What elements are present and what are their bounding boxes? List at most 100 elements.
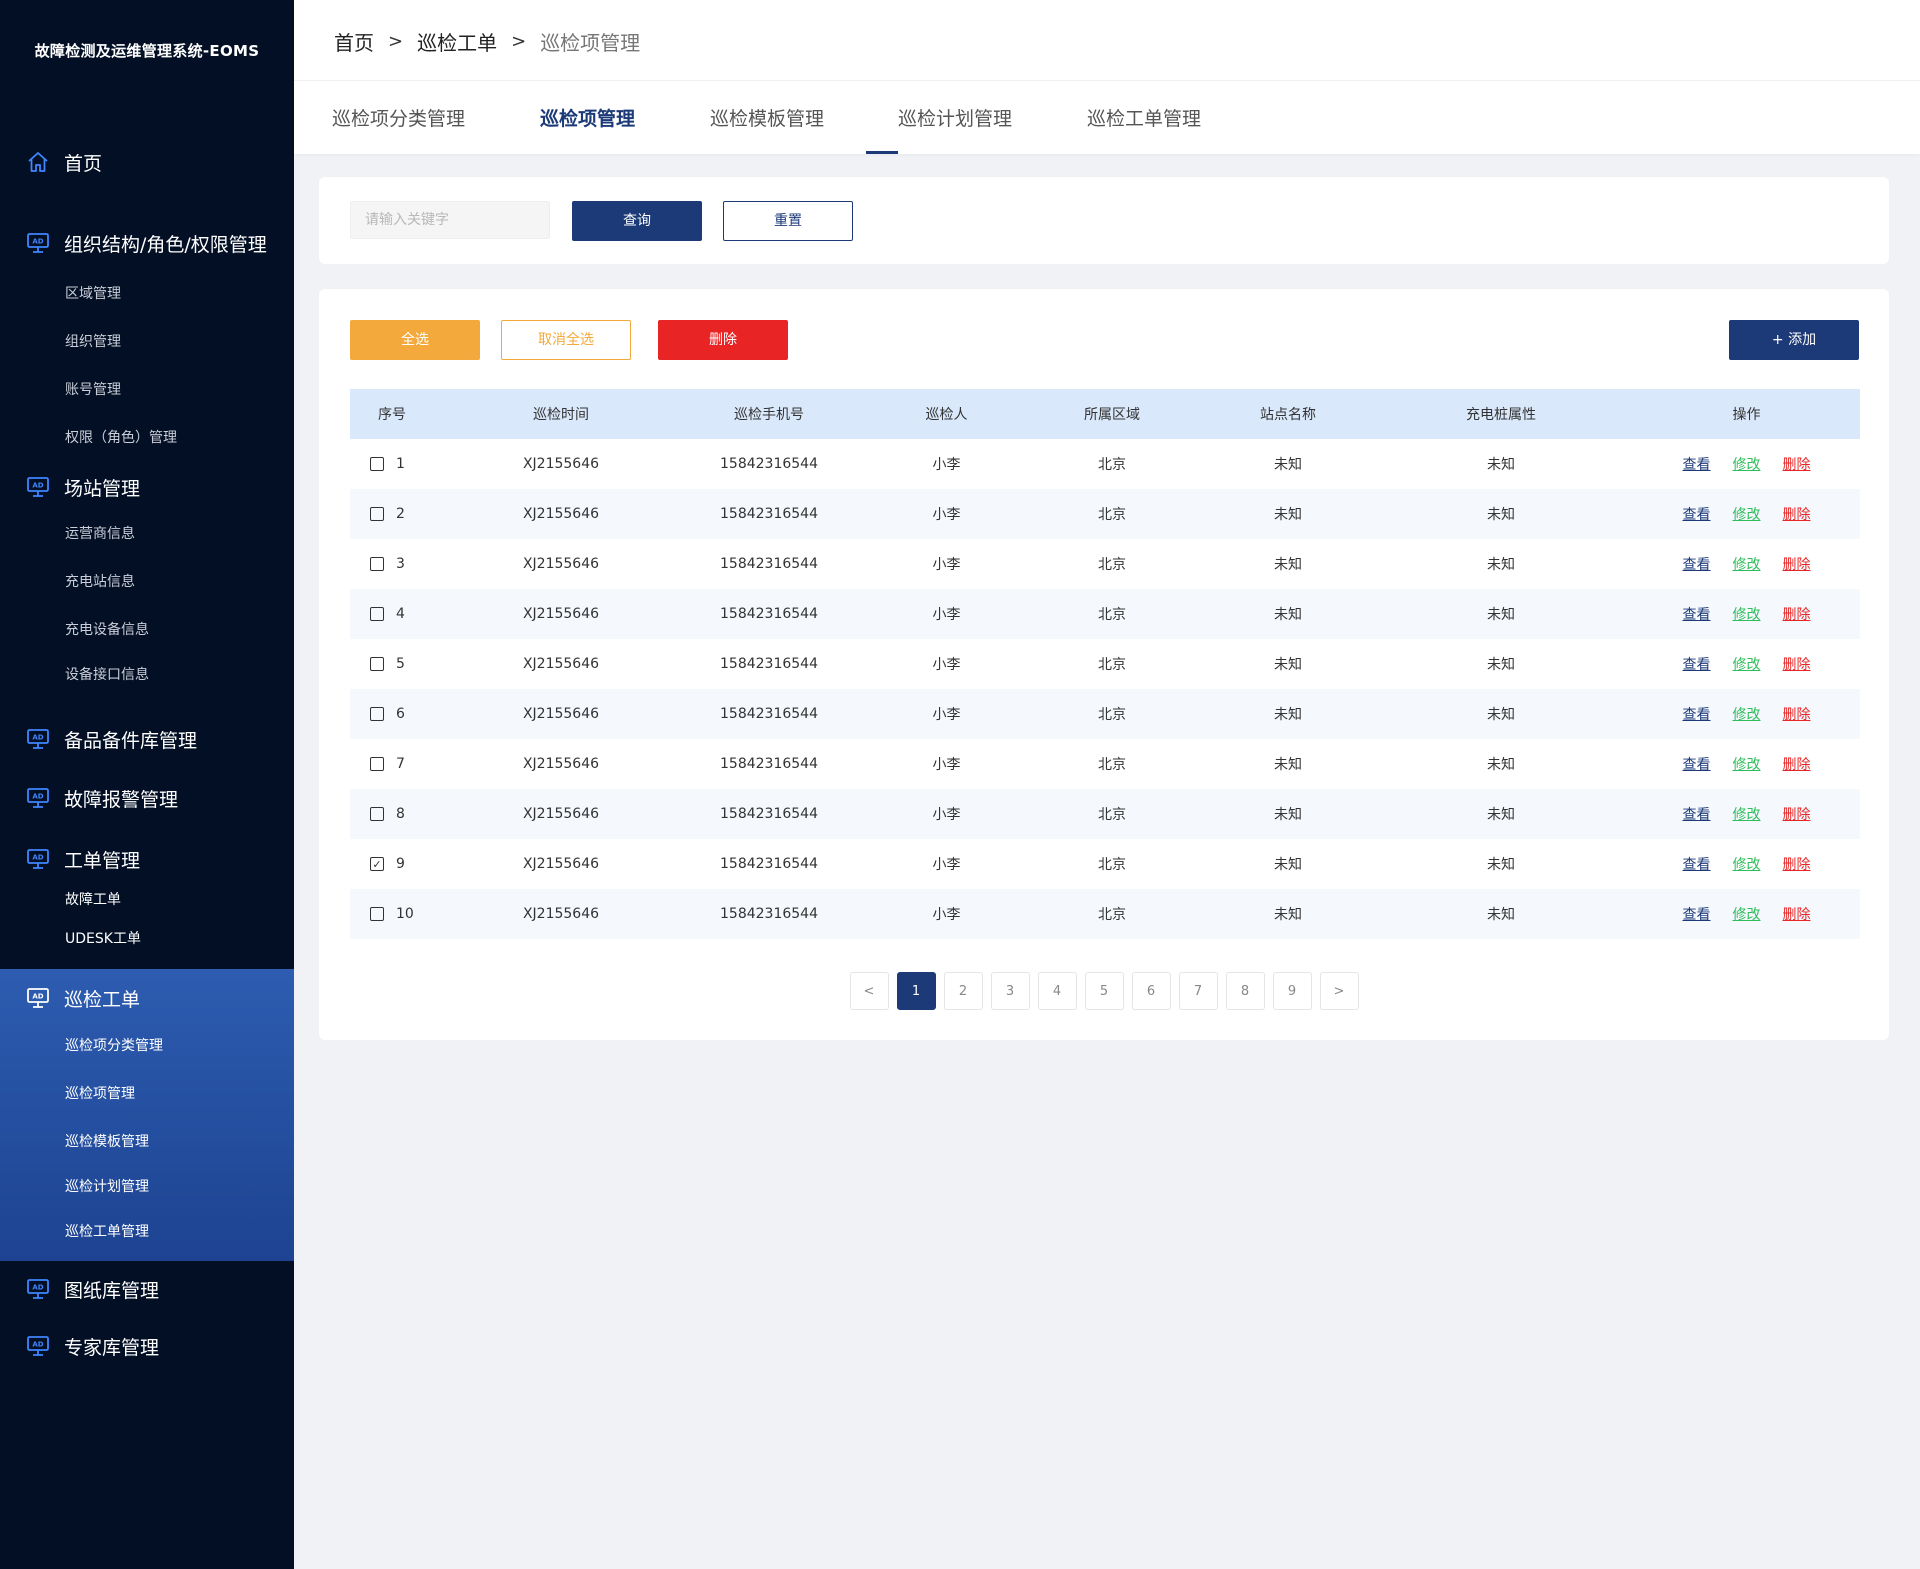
view-link[interactable]: 查看 xyxy=(1683,454,1711,474)
row-checkbox[interactable] xyxy=(370,557,384,571)
delete-link[interactable]: 删除 xyxy=(1783,504,1811,524)
nav-drawings-label: 图纸库管理 xyxy=(64,1279,160,1302)
view-link[interactable]: 查看 xyxy=(1683,554,1711,574)
subnav-inspection-category[interactable]: 巡检项分类管理 xyxy=(65,1034,163,1058)
edit-link[interactable]: 修改 xyxy=(1733,704,1761,724)
delete-link[interactable]: 删除 xyxy=(1783,554,1811,574)
edit-link[interactable]: 修改 xyxy=(1733,504,1761,524)
row-checkbox[interactable] xyxy=(370,657,384,671)
row-checkbox[interactable]: ✓ xyxy=(370,857,384,871)
cell-inspector: 小李 xyxy=(932,757,961,773)
page-button[interactable]: 4 xyxy=(1037,972,1077,1010)
subnav-fault-order[interactable]: 故障工单 xyxy=(65,888,121,912)
deselect-all-button[interactable]: 取消全选 xyxy=(501,320,631,360)
page-button[interactable]: 2 xyxy=(943,972,983,1010)
cell-phone: 15842316544 xyxy=(720,806,818,822)
edit-link[interactable]: 修改 xyxy=(1733,654,1761,674)
delete-link[interactable]: 删除 xyxy=(1783,604,1811,624)
row-checkbox[interactable] xyxy=(370,907,384,921)
view-link[interactable]: 查看 xyxy=(1683,804,1711,824)
next-page-button[interactable]: > xyxy=(1319,972,1359,1010)
delete-link[interactable]: 删除 xyxy=(1783,654,1811,674)
page-button[interactable]: 9 xyxy=(1272,972,1312,1010)
delete-link[interactable]: 删除 xyxy=(1783,804,1811,824)
page-button[interactable]: 5 xyxy=(1084,972,1124,1010)
edit-link[interactable]: 修改 xyxy=(1733,904,1761,924)
subnav-udesk-order[interactable]: UDESK工单 xyxy=(65,927,141,951)
edit-link[interactable]: 修改 xyxy=(1733,554,1761,574)
edit-link[interactable]: 修改 xyxy=(1733,754,1761,774)
breadcrumb-parent[interactable]: 巡检工单 xyxy=(417,27,497,56)
row-checkbox[interactable] xyxy=(370,807,384,821)
page-button[interactable]: 8 xyxy=(1225,972,1265,1010)
cell-time: XJ2155646 xyxy=(522,756,600,772)
row-checkbox[interactable] xyxy=(370,707,384,721)
subnav-org[interactable]: 组织管理 xyxy=(65,330,121,354)
view-link[interactable]: 查看 xyxy=(1683,654,1711,674)
page-button[interactable]: 6 xyxy=(1131,972,1171,1010)
nav-home[interactable]: 首页 xyxy=(26,146,102,178)
delete-link[interactable]: 删除 xyxy=(1783,704,1811,724)
tab-inspection-template[interactable]: 巡检模板管理 xyxy=(710,104,824,131)
tabs-divider xyxy=(294,80,1920,81)
row-checkbox[interactable] xyxy=(370,507,384,521)
nav-org[interactable]: AD 组织结构/角色/权限管理 xyxy=(26,227,267,259)
cell-phone: 15842316544 xyxy=(720,606,818,622)
reset-button[interactable]: 重置 xyxy=(723,201,853,241)
subnav-region[interactable]: 区域管理 xyxy=(65,282,121,306)
view-link[interactable]: 查看 xyxy=(1683,604,1711,624)
subnav-inspection-order[interactable]: 巡检工单管理 xyxy=(65,1220,149,1244)
edit-link[interactable]: 修改 xyxy=(1733,454,1761,474)
subnav-device-interface[interactable]: 设备接口信息 xyxy=(65,663,149,687)
edit-link[interactable]: 修改 xyxy=(1733,604,1761,624)
breadcrumb-home[interactable]: 首页 xyxy=(334,27,374,56)
svg-text:AD: AD xyxy=(32,1341,43,1349)
delete-link[interactable]: 删除 xyxy=(1783,754,1811,774)
row-checkbox[interactable] xyxy=(370,457,384,471)
page-button[interactable]: 1 xyxy=(896,972,936,1010)
cell-actions: 查看 修改 删除 xyxy=(1633,504,1860,524)
edit-link[interactable]: 修改 xyxy=(1733,804,1761,824)
tab-inspection-order[interactable]: 巡检工单管理 xyxy=(1087,104,1201,131)
nav-station[interactable]: AD 场站管理 xyxy=(26,471,140,503)
nav-spare[interactable]: AD 备品备件库管理 xyxy=(26,723,197,755)
subnav-account[interactable]: 账号管理 xyxy=(65,378,121,402)
row-checkbox[interactable] xyxy=(370,757,384,771)
nav-alarm[interactable]: AD 故障报警管理 xyxy=(26,782,178,814)
subnav-permission[interactable]: 权限（角色）管理 xyxy=(65,426,177,450)
tab-inspection-item[interactable]: 巡检项管理 xyxy=(540,104,635,131)
select-all-button[interactable]: 全选 xyxy=(350,320,480,360)
batch-delete-button[interactable]: 删除 xyxy=(658,320,788,360)
delete-link[interactable]: 删除 xyxy=(1783,454,1811,474)
subnav-operator[interactable]: 运营商信息 xyxy=(65,522,135,546)
tab-inspection-plan[interactable]: 巡检计划管理 xyxy=(898,104,1012,131)
edit-link[interactable]: 修改 xyxy=(1733,854,1761,874)
delete-link[interactable]: 删除 xyxy=(1783,904,1811,924)
monitor-ad-icon: AD xyxy=(27,233,49,253)
subnav-inspection-item[interactable]: 巡检项管理 xyxy=(65,1082,135,1106)
query-button[interactable]: 查询 xyxy=(572,201,702,241)
nav-workorder[interactable]: AD 工单管理 xyxy=(26,843,140,875)
view-link[interactable]: 查看 xyxy=(1683,904,1711,924)
subnav-inspection-plan[interactable]: 巡检计划管理 xyxy=(65,1175,149,1199)
nav-inspection[interactable]: AD 巡检工单 xyxy=(26,982,140,1014)
view-link[interactable]: 查看 xyxy=(1683,754,1711,774)
nav-experts[interactable]: AD 专家库管理 xyxy=(26,1330,159,1362)
prev-page-button[interactable]: < xyxy=(849,972,889,1010)
delete-link[interactable]: 删除 xyxy=(1783,854,1811,874)
nav-drawings[interactable]: AD 图纸库管理 xyxy=(26,1273,159,1305)
view-link[interactable]: 查看 xyxy=(1683,854,1711,874)
add-button[interactable]: + 添加 xyxy=(1729,320,1859,360)
view-link[interactable]: 查看 xyxy=(1683,704,1711,724)
row-checkbox[interactable] xyxy=(370,607,384,621)
subnav-inspection-template[interactable]: 巡检模板管理 xyxy=(65,1130,149,1154)
subnav-charging-device[interactable]: 充电设备信息 xyxy=(65,618,149,642)
cell-region: 北京 xyxy=(1098,607,1126,623)
tab-inspection-category[interactable]: 巡检项分类管理 xyxy=(332,104,465,131)
search-input[interactable] xyxy=(350,201,550,239)
view-link[interactable]: 查看 xyxy=(1683,504,1711,524)
page-button[interactable]: 3 xyxy=(990,972,1030,1010)
page-button[interactable]: 7 xyxy=(1178,972,1218,1010)
subnav-charging-station[interactable]: 充电站信息 xyxy=(65,570,135,594)
cell-pile-attr: 未知 xyxy=(1487,757,1515,773)
